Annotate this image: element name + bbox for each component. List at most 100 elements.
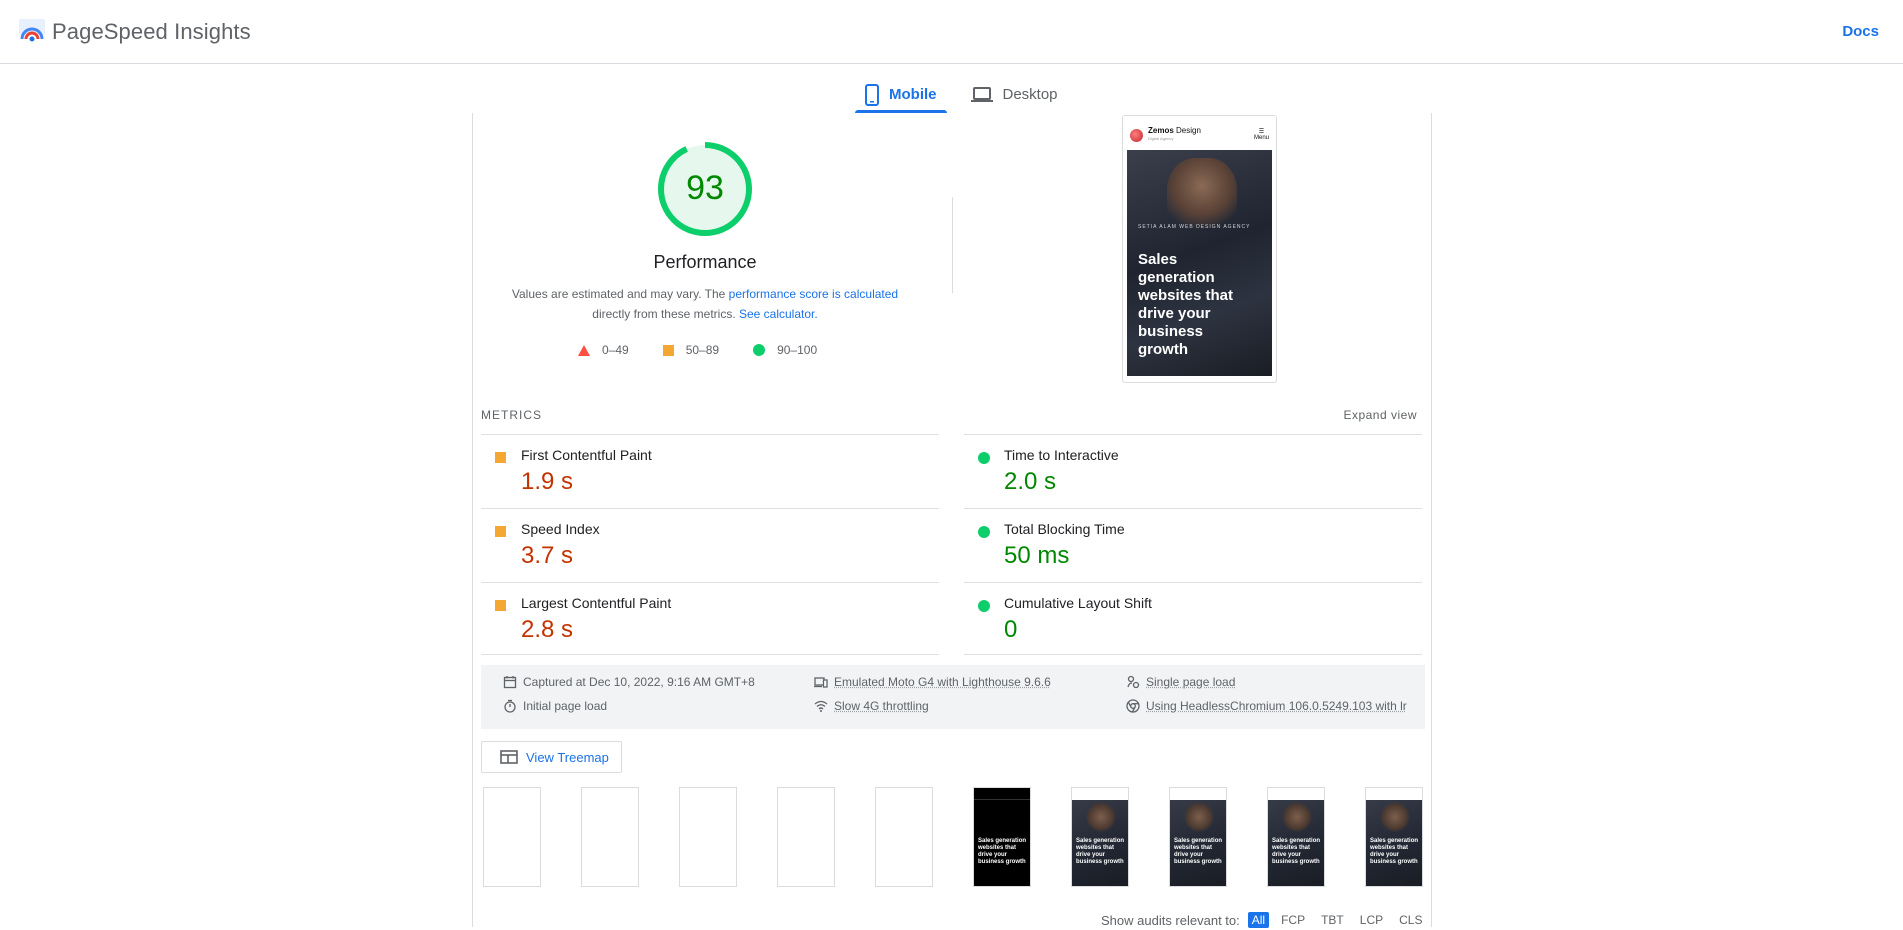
metric-value: 1.9 s xyxy=(521,468,574,495)
legend-average-range: 50–89 xyxy=(685,343,720,357)
brand-sub: Digital Agency xyxy=(1148,136,1174,141)
filter-chip-cls[interactable]: CLS xyxy=(1395,912,1426,928)
tab-mobile[interactable]: Mobile xyxy=(855,76,947,113)
frame-text: Sales generation websites that drive you… xyxy=(1272,838,1321,865)
phone-icon xyxy=(865,83,879,106)
throttling-text: Slow 4G throttling xyxy=(834,699,929,713)
brand-logo-icon xyxy=(1130,128,1143,142)
circle-icon xyxy=(978,526,990,538)
tab-mobile-label: Mobile xyxy=(889,86,937,103)
filmstrip-frame xyxy=(777,787,835,887)
legend-pass-range: 90–100 xyxy=(777,343,818,357)
metrics-title: METRICS xyxy=(481,408,542,422)
pagespeed-logo-icon[interactable] xyxy=(19,19,45,43)
metric-label: Speed Index xyxy=(521,521,600,537)
final-screenshot[interactable]: Zemos Design Digital Agency ☰ Menu SETIA … xyxy=(1122,115,1277,383)
session-text: Single page load xyxy=(1146,675,1236,689)
legend-average: 50–89 xyxy=(662,343,720,357)
laptop-icon xyxy=(970,86,993,102)
docs-link[interactable]: Docs xyxy=(1842,23,1879,40)
metric-label: Time to Interactive xyxy=(1004,447,1119,463)
session-type[interactable]: Single page load xyxy=(1126,675,1235,689)
screenshot-navbar: Zemos Design Digital Agency ☰ Menu xyxy=(1127,120,1272,150)
frame-portrait xyxy=(1086,802,1116,832)
runtime-settings: Captured at Dec 10, 2022, 9:16 AM GMT+8 … xyxy=(481,665,1425,729)
filmstrip-frame xyxy=(875,787,933,887)
metric-value: 50 ms xyxy=(1004,542,1070,569)
screenshot-brand: Zemos Design Digital Agency xyxy=(1130,127,1201,143)
performance-summary: 93 Performance Values are estimated and … xyxy=(473,113,953,373)
filter-chip-all[interactable]: All xyxy=(1247,912,1270,928)
metric-speed-index: Speed Index 3.7 s xyxy=(481,508,939,582)
session-icon xyxy=(1127,675,1140,689)
triangle-icon xyxy=(578,344,590,356)
metric-value: 0 xyxy=(1004,616,1018,643)
frame-navbar xyxy=(974,788,1030,800)
treemap-label: View Treemap xyxy=(526,749,609,765)
metric-label: Cumulative Layout Shift xyxy=(1004,595,1152,611)
browser-info[interactable]: Using HeadlessChromium 106.0.5249.103 wi… xyxy=(1126,699,1407,713)
score-calculated-link[interactable]: performance score is calculated xyxy=(729,287,898,301)
chrome-icon xyxy=(1126,699,1140,713)
initial-load: Initial page load xyxy=(503,699,607,713)
frame-portrait xyxy=(1184,802,1214,832)
brand-name: Zemos Design Digital Agency xyxy=(1148,126,1201,142)
browser-text: Using HeadlessChromium 106.0.5249.103 wi… xyxy=(1146,699,1407,713)
frame-text: Sales generation websites that drive you… xyxy=(1174,838,1223,865)
see-calculator-link[interactable]: See calculator. xyxy=(739,307,818,321)
filmstrip-frame xyxy=(679,787,737,887)
metric-label: First Contentful Paint xyxy=(521,447,652,463)
wifi-icon xyxy=(814,700,828,712)
initial-load-text: Initial page load xyxy=(523,699,608,713)
filter-chip-tbt[interactable]: TBT xyxy=(1317,912,1348,928)
frame-portrait xyxy=(1282,802,1312,832)
filter-chip-fcp[interactable]: FCP xyxy=(1277,912,1309,928)
expand-view-toggle[interactable]: Expand view xyxy=(1343,408,1417,422)
view-treemap-button[interactable]: View Treemap xyxy=(481,741,622,773)
filmstrip-frame: Sales generation websites that drive you… xyxy=(1365,787,1423,887)
square-icon xyxy=(495,600,506,611)
devices-icon xyxy=(814,677,828,688)
captured-at: Captured at Dec 10, 2022, 9:16 AM GMT+8 xyxy=(503,675,755,689)
hero-kicker: SETIA ALAM WEB DESIGN AGENCY xyxy=(1138,224,1251,230)
circle-icon xyxy=(978,600,990,612)
tab-desktop[interactable]: Desktop xyxy=(961,76,1068,113)
filmstrip-frame: Sales generation websites that drive you… xyxy=(973,787,1031,887)
filmstrip-frame xyxy=(581,787,639,887)
filmstrip-frame: Sales generation websites that drive you… xyxy=(1267,787,1325,887)
circle-icon xyxy=(753,344,766,356)
metrics-divider xyxy=(964,654,1422,655)
metric-tbt: Total Blocking Time 50 ms xyxy=(964,508,1422,582)
metric-value: 2.0 s xyxy=(1004,468,1057,495)
filter-chip-lcp[interactable]: LCP xyxy=(1356,912,1387,928)
hero-headline: Sales generation websites that drive you… xyxy=(1138,251,1234,358)
performance-label: Performance xyxy=(653,252,757,272)
menu-label: Menu xyxy=(1253,135,1269,141)
desc-mid: directly from these metrics. xyxy=(592,307,739,321)
circle-icon xyxy=(978,452,990,464)
metric-fcp: First Contentful Paint 1.9 s xyxy=(481,434,939,508)
square-icon xyxy=(495,526,506,537)
frame-navbar xyxy=(1366,788,1422,800)
frame-text: Sales generation websites that drive you… xyxy=(1370,838,1419,865)
square-icon xyxy=(662,344,674,356)
emulated-device[interactable]: Emulated Moto G4 with Lighthouse 9.6.6 xyxy=(814,675,1051,689)
legend-pass: 90–100 xyxy=(753,343,817,357)
treemap-icon xyxy=(500,750,518,764)
screenshot-hero: SETIA ALAM WEB DESIGN AGENCY Sales gener… xyxy=(1127,150,1272,376)
metric-cls: Cumulative Layout Shift 0 xyxy=(964,582,1422,656)
metric-value: 2.8 s xyxy=(521,616,574,643)
app-title[interactable]: PageSpeed Insights xyxy=(52,19,251,45)
frame-navbar xyxy=(1170,788,1226,800)
metric-label: Total Blocking Time xyxy=(1004,521,1125,537)
report-panel: 93 Performance Values are estimated and … xyxy=(472,113,1432,928)
audit-filter-label: Show audits relevant to: xyxy=(1101,912,1240,928)
captured-text: Captured at Dec 10, 2022, 9:16 AM GMT+8 xyxy=(523,675,755,689)
square-icon xyxy=(495,452,506,463)
device-tabs: Mobile Desktop xyxy=(855,76,1068,113)
network-throttling[interactable]: Slow 4G throttling xyxy=(814,699,929,713)
screenshot-menu: ☰ Menu xyxy=(1254,129,1269,141)
metric-value: 3.7 s xyxy=(521,542,574,569)
performance-score: 93 xyxy=(686,169,724,207)
frame-text: Sales generation websites that drive you… xyxy=(978,838,1027,865)
